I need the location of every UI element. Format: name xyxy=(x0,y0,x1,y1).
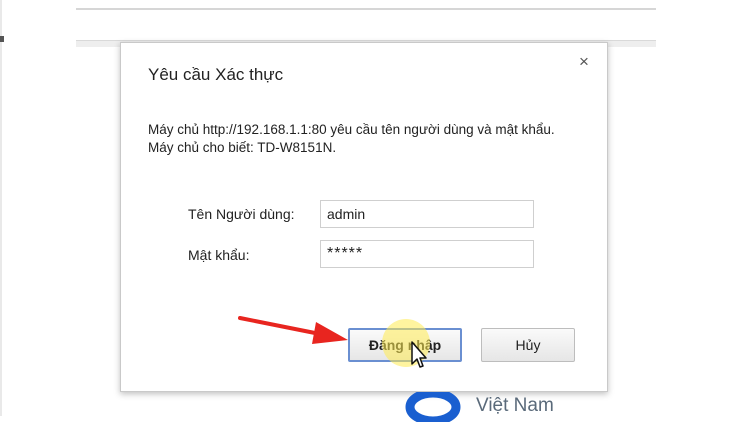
password-input[interactable] xyxy=(320,240,534,268)
mouse-cursor-icon xyxy=(411,341,427,368)
brand-text: Việt Nam xyxy=(476,395,554,416)
username-input[interactable] xyxy=(320,200,534,228)
brand-footer: Việt Nam xyxy=(404,390,604,422)
auth-dialog: Yêu cầu Xác thực × Máy chủ http://192.16… xyxy=(120,42,608,392)
close-icon: × xyxy=(579,52,589,71)
username-label: Tên Người dùng: xyxy=(188,206,295,222)
background-top-bar xyxy=(76,0,656,10)
dialog-message: Máy chủ http://192.168.1.1:80 yêu cầu tê… xyxy=(148,122,555,155)
brand-logo-icon xyxy=(405,392,461,422)
background-left-strip xyxy=(0,0,2,416)
red-arrow-icon xyxy=(238,316,348,344)
login-button[interactable]: Đăng nhập xyxy=(348,328,462,362)
password-label: Mật khẩu: xyxy=(188,247,250,263)
cancel-button[interactable]: Hủy xyxy=(481,328,575,362)
dialog-title: Yêu cầu Xác thực xyxy=(148,65,284,84)
background-left-mark xyxy=(0,36,4,42)
close-button[interactable]: × xyxy=(575,53,593,71)
